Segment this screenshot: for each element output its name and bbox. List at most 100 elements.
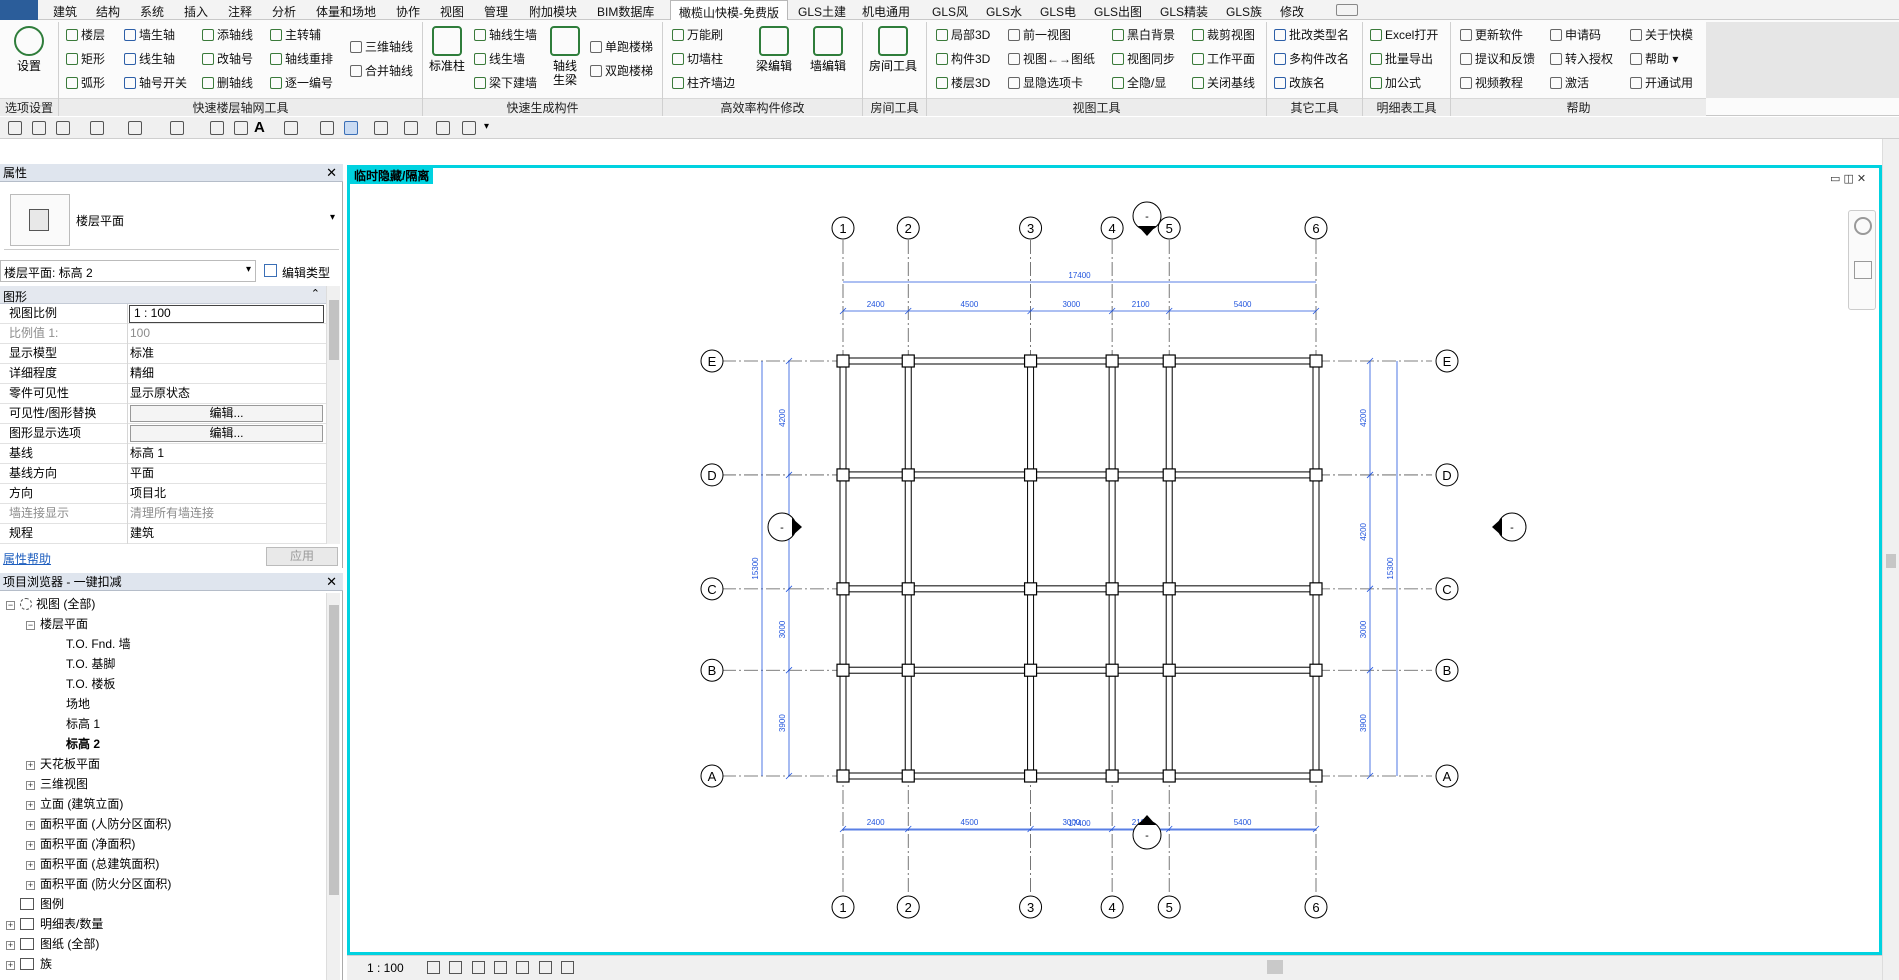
tree-node-3d-views[interactable]: + 三维视图 (26, 777, 88, 791)
section-header-graphics[interactable]: 图形 ⌃ (0, 286, 326, 304)
tree-node-legends[interactable]: 图例 (20, 897, 64, 911)
export-link-icon[interactable] (462, 121, 476, 135)
tree-node-footing[interactable]: T.O. 基脚 (66, 657, 115, 671)
tab-manage[interactable]: 管理 (484, 3, 508, 20)
prop-row-discipline[interactable]: 规程 建筑 (0, 524, 326, 544)
excel-open-button[interactable]: Excel打开 (1370, 28, 1438, 42)
tab-mep[interactable]: 机电通用 (862, 3, 910, 20)
local-3d-button[interactable]: 局部3D (936, 28, 990, 42)
tab-gls-elec[interactable]: GLS电 (1040, 3, 1076, 20)
tag-icon[interactable] (234, 121, 248, 135)
tree-node-level-1[interactable]: 标高 1 (66, 717, 100, 731)
drawing-view[interactable] (347, 165, 1882, 955)
tab-gls-finish[interactable]: GLS精装 (1160, 3, 1208, 20)
save-icon[interactable] (32, 121, 46, 135)
view-sync-button[interactable]: 视图同步 (1112, 52, 1175, 66)
tree-node-area-civil-defense[interactable]: + 面积平面 (人防分区面积) (26, 817, 171, 831)
tree-node-fnd-wall[interactable]: T.O. Fnd. 墙 (66, 637, 131, 651)
feedback-button[interactable]: 提议和反馈 (1460, 52, 1535, 66)
switch-window-icon[interactable] (404, 121, 418, 135)
qa-dropdown-icon[interactable]: ▾ (484, 121, 489, 132)
line-to-axis-button[interactable]: 线生轴 (124, 52, 175, 66)
app-logo[interactable] (0, 0, 38, 20)
tree-node-site[interactable]: 场地 (66, 697, 90, 711)
update-software-button[interactable]: 更新软件 (1460, 28, 1523, 42)
prop-row-parts-visibility[interactable]: 零件可见性 显示原状态 (0, 384, 326, 404)
single-stair-button[interactable]: 单跑楼梯 (590, 40, 653, 54)
tab-bim-database[interactable]: BIM数据库 (597, 3, 654, 20)
tree-node-floor-plans[interactable]: − 楼层平面 (26, 617, 88, 631)
help-menu-button[interactable]: 帮助 ▾ (1630, 52, 1678, 66)
browser-scrollbar[interactable] (326, 593, 340, 980)
tree-node-area-fire[interactable]: + 面积平面 (防火分区面积) (26, 877, 171, 891)
add-formula-button[interactable]: 加公式 (1370, 76, 1421, 90)
beam-edit-button[interactable]: 梁编辑 (752, 26, 796, 73)
thin-lines-icon[interactable] (344, 121, 358, 135)
close-icon[interactable]: ✕ (326, 164, 337, 182)
measure-icon[interactable] (170, 121, 184, 135)
crop-view-button[interactable]: 裁剪视图 (1192, 28, 1255, 42)
tab-modify[interactable]: 修改 (1280, 3, 1304, 20)
tree-node-area-gross[interactable]: + 面积平面 (总建筑面积) (26, 857, 159, 871)
tab-architecture[interactable]: 建筑 (53, 3, 77, 20)
work-plane-button[interactable]: 工作平面 (1192, 52, 1255, 66)
main-to-aux-button[interactable]: 主转辅 (270, 28, 321, 42)
merge-axis-button[interactable]: 合并轴线 (350, 64, 413, 78)
activate-button[interactable]: 激活 (1550, 76, 1589, 90)
about-button[interactable]: 关于快模 (1630, 28, 1693, 42)
prop-row-display-model[interactable]: 显示模型 标准 (0, 344, 326, 364)
batch-export-button[interactable]: 批量导出 (1370, 52, 1433, 66)
tab-systems[interactable]: 系统 (140, 3, 164, 20)
rename-family-button[interactable]: 改族名 (1274, 76, 1325, 90)
axis-to-beam-button[interactable]: 轴线生梁 (548, 26, 582, 87)
sequential-number-button[interactable]: 逐一编号 (270, 76, 333, 90)
tab-gls-air[interactable]: GLS风 (932, 3, 968, 20)
close-underlay-button[interactable]: 关闭基线 (1192, 76, 1255, 90)
tab-analyze[interactable]: 分析 (272, 3, 296, 20)
tab-gls-drawing[interactable]: GLS出图 (1094, 3, 1142, 20)
tab-gls-civil[interactable]: GLS土建 (798, 3, 846, 20)
request-code-button[interactable]: 申请码 (1550, 28, 1601, 42)
tree-node-area-net[interactable]: + 面积平面 (净面积) (26, 837, 135, 851)
tab-collaborate[interactable]: 协作 (396, 3, 420, 20)
tree-node-level-2[interactable]: 标高 2 (66, 737, 100, 751)
floor-3d-button[interactable]: 楼层3D (936, 76, 990, 90)
component-3d-button[interactable]: 构件3D (936, 52, 990, 66)
delete-axis-button[interactable]: 删轴线 (202, 76, 253, 90)
axis-number-toggle-button[interactable]: 轴号开关 (124, 76, 187, 90)
dimension-icon[interactable] (210, 121, 224, 135)
prop-row-underlay-orientation[interactable]: 基线方向 平面 (0, 464, 326, 484)
transfer-license-button[interactable]: 转入授权 (1550, 52, 1613, 66)
open-icon[interactable] (8, 121, 22, 135)
close-hidden-icon[interactable] (374, 121, 388, 135)
trial-button[interactable]: 开通试用 (1630, 76, 1693, 90)
black-bg-button[interactable]: 黑白背景 (1112, 28, 1175, 42)
section-icon[interactable] (320, 121, 334, 135)
vertical-scrollbar[interactable] (1882, 139, 1899, 980)
hide-show-all-button[interactable]: 全隐/显 (1112, 76, 1166, 90)
rect-grid-button[interactable]: 矩形 (66, 52, 105, 66)
type-selector[interactable]: 楼层平面 ▾ (4, 188, 339, 250)
3d-view-icon[interactable] (284, 121, 298, 135)
prop-row-orientation[interactable]: 方向 项目北 (0, 484, 326, 504)
settings-button[interactable]: 设置 (12, 26, 46, 73)
standard-column-button[interactable]: 标准柱 (428, 26, 466, 73)
chevron-down-icon[interactable]: ▾ (330, 212, 335, 223)
apply-button[interactable]: 应用 (266, 547, 338, 566)
arc-grid-button[interactable]: 弧形 (66, 76, 105, 90)
match-brush-button[interactable]: 万能刷 (672, 28, 723, 42)
align-column-button[interactable]: 柱齐墙边 (672, 76, 735, 90)
tab-gls-water[interactable]: GLS水 (986, 3, 1022, 20)
double-stair-button[interactable]: 双跑楼梯 (590, 64, 653, 78)
tab-massing[interactable]: 体量和场地 (316, 3, 376, 20)
cut-wall-column-button[interactable]: 切墙柱 (672, 52, 723, 66)
show-hide-tabs-button[interactable]: 显隐选项卡 (1008, 76, 1083, 90)
graphic-display-edit-button[interactable]: 编辑... (130, 425, 323, 442)
steering-wheel-icon[interactable] (1854, 217, 1872, 235)
floor-button[interactable]: 楼层 (66, 28, 105, 42)
rename-axis-button[interactable]: 改轴号 (202, 52, 253, 66)
navigation-bar[interactable] (1848, 210, 1876, 310)
room-tool-button[interactable]: 房间工具 (866, 26, 920, 73)
axis-to-wall-button[interactable]: 轴线生墙 (474, 28, 537, 42)
batch-rename-type-button[interactable]: 批改类型名 (1274, 28, 1349, 42)
